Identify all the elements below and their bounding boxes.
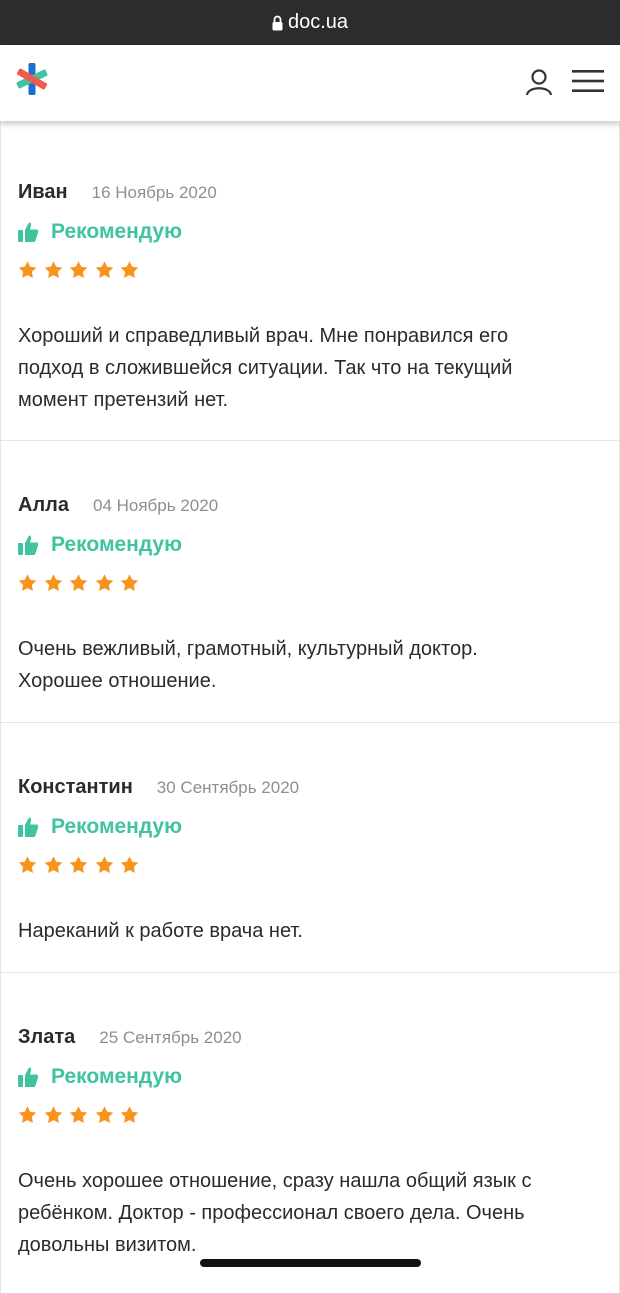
star-rating	[17, 573, 145, 594]
review-date: 30 Сентябрь 2020	[156, 778, 300, 797]
review-text-line: Нареканий к работе врача нет.	[18, 920, 303, 942]
star-icon	[18, 261, 37, 278]
star-icon	[44, 856, 62, 873]
reviews-list: Иван 16 Ноябрь 2020 Рекомендую Хороший и…	[0, 121, 620, 1293]
star-icon	[95, 574, 113, 591]
review-text: Очень вежливый, грамотный, культурный до…	[18, 633, 598, 697]
lock-icon	[272, 15, 283, 31]
star-icon	[44, 574, 62, 591]
user-icon[interactable]	[524, 67, 554, 97]
thumbs-up-icon	[18, 1067, 39, 1087]
star-icon	[18, 856, 37, 873]
recommend-label: Рекомендую	[51, 220, 183, 243]
recommend-label: Рекомендую	[51, 1065, 183, 1088]
star-rating	[17, 855, 145, 876]
doc-ua-asterisk-logo[interactable]	[14, 61, 50, 97]
star-icon	[95, 261, 113, 278]
star-icon	[95, 1106, 113, 1123]
star-icon	[120, 261, 139, 278]
review-header: Злата 25 Сентябрь 2020	[18, 1026, 242, 1049]
url-text: doc.ua	[287, 11, 349, 33]
review-header: Иван 16 Ноябрь 2020	[18, 181, 217, 204]
review-date: 04 Ноябрь 2020	[92, 496, 219, 515]
star-icon	[120, 574, 139, 591]
reviewer-name: Алла	[18, 494, 69, 516]
thumbs-up-icon	[18, 817, 39, 837]
review-text-line: довольны визитом.	[18, 1234, 197, 1256]
review-text: Очень хорошее отношение, сразу нашла общ…	[18, 1165, 598, 1261]
review-text-line: Хороший и справедливый врач. Мне понрави…	[18, 325, 509, 347]
reviewer-name: Константин	[18, 776, 133, 798]
review-text-line: момент претензий нет.	[18, 389, 229, 411]
star-icon	[18, 574, 37, 591]
review-card: Алла 04 Ноябрь 2020 Рекомендую Очень веж…	[0, 441, 620, 723]
star-icon	[120, 1106, 139, 1123]
star-icon	[95, 856, 113, 873]
hamburger-menu-icon[interactable]	[570, 67, 606, 95]
star-icon	[44, 1106, 62, 1123]
review-card: Злата 25 Сентябрь 2020 Рекомендую Очень …	[0, 973, 620, 1293]
thumbs-up-icon	[18, 222, 39, 242]
review-text-line: ребёнком. Доктор - профессионал своего д…	[18, 1202, 525, 1224]
review-date: 25 Сентябрь 2020	[99, 1028, 242, 1047]
star-rating	[17, 260, 145, 281]
browser-url-bar[interactable]: doc.ua	[0, 0, 620, 45]
recommend-badge: Рекомендую	[17, 1065, 182, 1089]
review-text-line: Очень вежливый, грамотный, культурный до…	[18, 638, 478, 660]
reviewer-name: Злата	[18, 1026, 76, 1048]
recommend-badge: Рекомендую	[17, 533, 182, 557]
review-text-line: Очень хорошее отношение, сразу нашла общ…	[18, 1170, 532, 1192]
star-icon	[69, 261, 88, 278]
review-header: Константин 30 Сентябрь 2020	[18, 776, 299, 799]
recommend-label: Рекомендую	[51, 533, 183, 556]
review-header: Алла 04 Ноябрь 2020	[18, 494, 218, 517]
star-icon	[69, 856, 88, 873]
recommend-badge: Рекомендую	[17, 220, 182, 244]
reviewer-name: Иван	[18, 181, 68, 203]
recommend-badge: Рекомендую	[17, 815, 182, 839]
star-icon	[69, 1106, 88, 1123]
review-text-line: Хорошее отношение.	[18, 670, 217, 692]
star-icon	[69, 574, 88, 591]
review-date: 16 Ноябрь 2020	[91, 183, 217, 202]
star-icon	[18, 1106, 37, 1123]
star-icon	[120, 856, 139, 873]
review-card: Иван 16 Ноябрь 2020 Рекомендую Хороший и…	[0, 121, 620, 441]
recommend-label: Рекомендую	[51, 815, 183, 838]
review-card: Константин 30 Сентябрь 2020 Рекомендую Н…	[0, 723, 620, 973]
review-text: Нареканий к работе врача нет.	[18, 915, 598, 947]
star-rating	[17, 1105, 145, 1126]
review-text-line: подход в сложившейся ситуации. Так что н…	[18, 357, 513, 379]
review-text: Хороший и справедливый врач. Мне понрави…	[18, 320, 598, 416]
home-indicator[interactable]	[200, 1259, 421, 1267]
site-header	[0, 45, 620, 121]
thumbs-up-icon	[18, 535, 39, 555]
star-icon	[44, 261, 62, 278]
